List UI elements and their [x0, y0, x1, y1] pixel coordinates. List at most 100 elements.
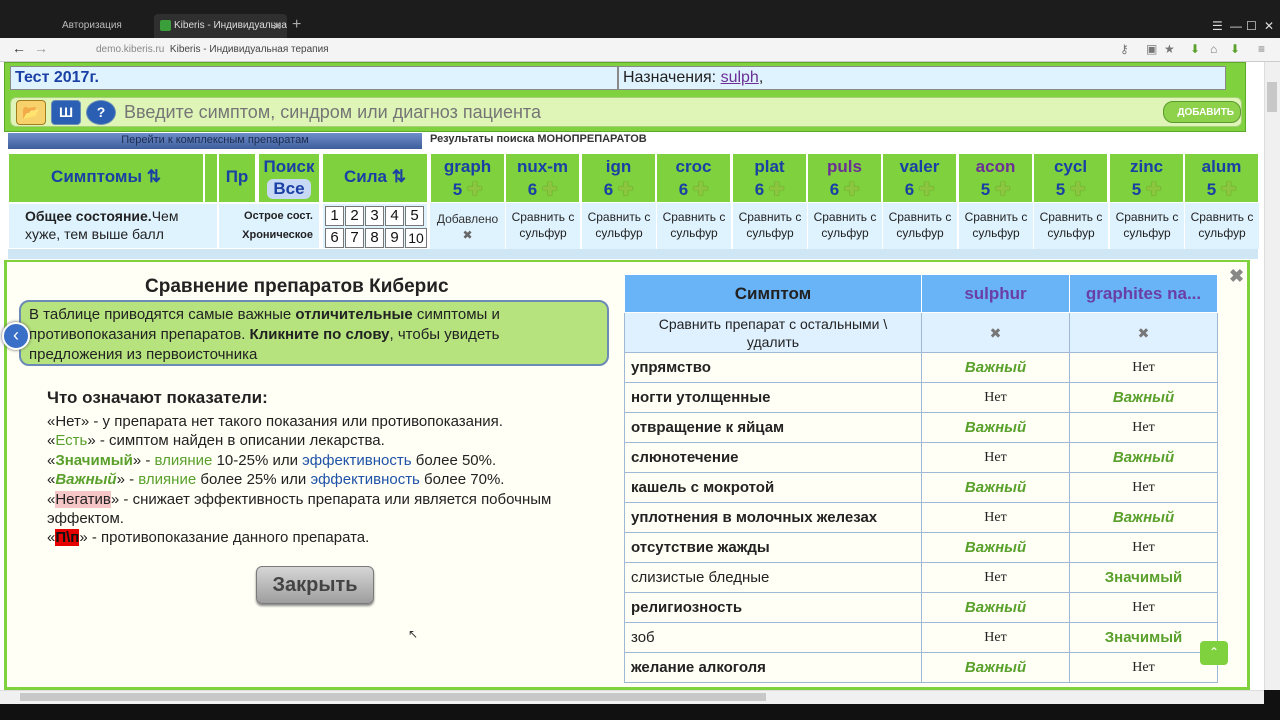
symptom-cell[interactable]: уплотнения в молочных железах: [624, 502, 922, 533]
value-cell[interactable]: Важный: [1069, 502, 1218, 533]
add-remedy-icon[interactable]: ✚: [462, 179, 482, 199]
close-window-icon[interactable]: ✕: [1264, 19, 1274, 33]
value-cell[interactable]: Нет: [921, 622, 1070, 653]
compare-with-sulphur-valer[interactable]: Сравнить с сульфур: [882, 203, 957, 249]
help-icon[interactable]: ?: [86, 100, 116, 125]
symptom-cell[interactable]: ногти утолщенные: [624, 382, 922, 413]
add-remedy-icon[interactable]: ✚: [764, 179, 784, 199]
value-cell[interactable]: Нет: [1069, 652, 1218, 683]
symptom-cell[interactable]: желание алкоголя: [624, 652, 922, 683]
add-remedy-icon[interactable]: ✚: [990, 179, 1010, 199]
remedy-header-zinc[interactable]: zinc 5 ✚: [1109, 153, 1184, 203]
remedy-header-acon[interactable]: acon 5 ✚: [958, 153, 1033, 203]
symptom-cell[interactable]: отсутствие жажды: [624, 532, 922, 563]
add-remedy-icon[interactable]: ✚: [537, 179, 557, 199]
add-remedy-icon[interactable]: ✚: [839, 179, 859, 199]
compare-with-sulphur-alum[interactable]: Сравнить с сульфур: [1184, 203, 1259, 249]
symptom-cell[interactable]: слизистые бледные: [624, 562, 922, 593]
value-cell[interactable]: Важный: [921, 532, 1070, 563]
header-search[interactable]: Поиск Все: [258, 153, 320, 203]
strength-option[interactable]: 4: [385, 206, 404, 226]
remedy-header-cycl[interactable]: cycl 5 ✚: [1033, 153, 1108, 203]
value-cell[interactable]: Важный: [921, 352, 1070, 383]
symptom-cell[interactable]: слюнотечение: [624, 442, 922, 473]
menu-icon[interactable]: ☰: [1212, 19, 1223, 33]
col-remedy-b[interactable]: graphites na...: [1069, 274, 1218, 313]
remedy-header-alum[interactable]: alum 5 ✚: [1184, 153, 1259, 203]
remove-remedy-a-icon[interactable]: ✖: [921, 312, 1070, 353]
strength-option[interactable]: 5: [405, 206, 424, 226]
value-cell[interactable]: Важный: [921, 592, 1070, 623]
vertical-scroll-thumb[interactable]: [1267, 82, 1277, 112]
header-all-button[interactable]: Все: [267, 179, 311, 199]
back-icon[interactable]: ←: [12, 40, 26, 56]
forward-icon[interactable]: →: [34, 40, 48, 56]
value-cell[interactable]: Нет: [1069, 472, 1218, 503]
strength-option[interactable]: 7: [345, 228, 364, 248]
translate-icon[interactable]: ▣: [1146, 42, 1157, 56]
add-remedy-icon[interactable]: ✚: [1141, 179, 1161, 199]
value-cell[interactable]: Нет: [921, 502, 1070, 533]
symptom-cell[interactable]: зоб: [624, 622, 922, 653]
value-cell[interactable]: Важный: [1069, 382, 1218, 413]
value-cell[interactable]: Значимый: [1069, 562, 1218, 593]
value-cell[interactable]: Нет: [1069, 412, 1218, 443]
extension-icon[interactable]: ⬇: [1190, 42, 1200, 56]
compare-with-sulphur-ign[interactable]: Сравнить с сульфур: [581, 203, 656, 249]
key-icon[interactable]: ⚷: [1120, 42, 1129, 56]
comb-icon[interactable]: Ш: [51, 100, 81, 125]
symptom-search-input[interactable]: [124, 100, 1156, 124]
compare-with-sulphur-cycl[interactable]: Сравнить с сульфур: [1033, 203, 1108, 249]
add-remedy-icon[interactable]: ✚: [1065, 179, 1085, 199]
col-remedy-a[interactable]: sulphur: [921, 274, 1070, 313]
goto-complex-button[interactable]: Перейти к комплексным препаратам: [8, 133, 422, 149]
remedy-header-plat[interactable]: plat 6 ✚: [732, 153, 807, 203]
strength-option[interactable]: 6: [325, 228, 344, 248]
add-remedy-icon[interactable]: ✚: [914, 179, 934, 199]
compare-with-sulphur-nux-m[interactable]: Сравнить с сульфур: [505, 203, 580, 249]
header-strength[interactable]: Сила ⇅: [322, 153, 428, 203]
close-button[interactable]: Закрыть: [256, 566, 374, 604]
compare-with-sulphur-croc[interactable]: Сравнить с сульфур: [656, 203, 731, 249]
value-cell[interactable]: Нет: [921, 442, 1070, 473]
remove-icon[interactable]: ✖: [430, 227, 505, 243]
add-remedy-icon[interactable]: ✚: [1216, 179, 1236, 199]
remedy-header-puls[interactable]: puls 6 ✚: [807, 153, 882, 203]
value-cell[interactable]: Важный: [1069, 442, 1218, 473]
remedy-header-nux-m[interactable]: nux-m 6 ✚: [505, 153, 580, 203]
value-cell[interactable]: Нет: [1069, 592, 1218, 623]
value-cell[interactable]: Значимый: [1069, 622, 1218, 653]
strength-option[interactable]: 8: [365, 228, 384, 248]
compare-with-sulphur-plat[interactable]: Сравнить с сульфур: [732, 203, 807, 249]
symptom-cell[interactable]: религиозность: [624, 592, 922, 623]
modal-close-icon[interactable]: ✖: [1229, 266, 1244, 287]
vertical-scrollbar[interactable]: [1264, 62, 1280, 690]
tab-close-icon[interactable]: ✕: [272, 19, 282, 33]
remove-remedy-b-icon[interactable]: ✖: [1069, 312, 1218, 353]
strength-option[interactable]: 3: [365, 206, 384, 226]
remedy-header-valer[interactable]: valer 6 ✚: [882, 153, 957, 203]
remedy-header-croc[interactable]: croc 6 ✚: [656, 153, 731, 203]
new-tab-icon[interactable]: +: [292, 16, 301, 34]
value-cell[interactable]: Важный: [921, 412, 1070, 443]
add-remedy-icon[interactable]: ✚: [613, 179, 633, 199]
strength-option[interactable]: 10: [405, 228, 427, 248]
value-cell[interactable]: Важный: [921, 472, 1070, 503]
browser-menu-icon[interactable]: ≡: [1258, 42, 1265, 56]
horizontal-scroll-thumb[interactable]: [20, 693, 766, 701]
value-cell[interactable]: Нет: [1069, 352, 1218, 383]
star-icon[interactable]: ★: [1164, 42, 1175, 56]
symptom-cell[interactable]: отвращение к яйцам: [624, 412, 922, 443]
symptom-cell[interactable]: упрямство: [624, 352, 922, 383]
strength-option[interactable]: 9: [385, 228, 404, 248]
header-symptoms[interactable]: Симптомы ⇅: [8, 153, 204, 203]
value-cell[interactable]: Важный: [921, 652, 1070, 683]
value-cell[interactable]: Нет: [921, 382, 1070, 413]
compare-with-sulphur-puls[interactable]: Сравнить с сульфур: [807, 203, 882, 249]
tab-kiberis[interactable]: Kiberis - Индивидуальна: [154, 14, 287, 38]
value-cell[interactable]: Нет: [1069, 532, 1218, 563]
home-icon[interactable]: ⌂: [1210, 42, 1217, 56]
folder-icon[interactable]: 📂: [16, 100, 46, 125]
download-icon[interactable]: ⬇: [1230, 42, 1240, 56]
back-arrow-icon[interactable]: ‹: [2, 322, 30, 350]
